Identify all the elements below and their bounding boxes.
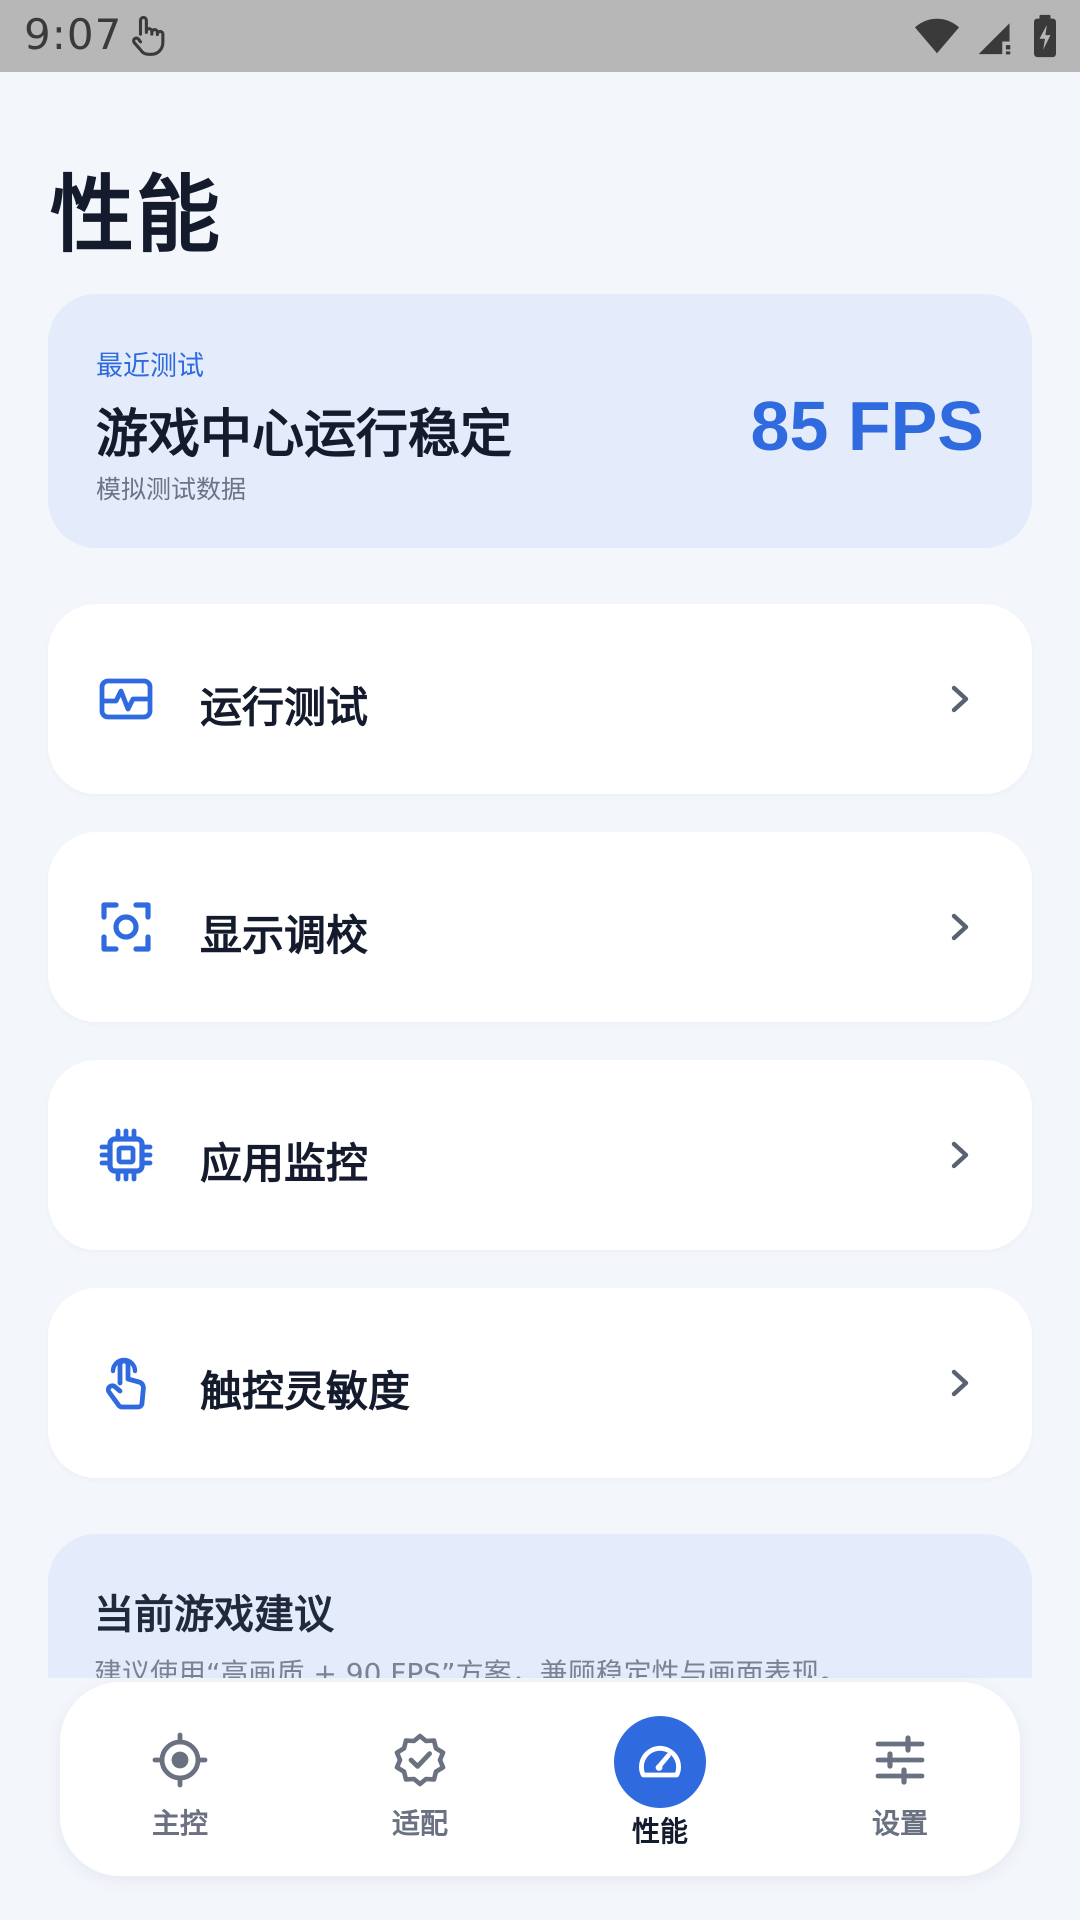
chip-icon [99, 1128, 153, 1182]
status-bar: 9:07 [0, 0, 1080, 72]
nav-tab-settings[interactable]: 设置 [780, 1682, 1020, 1876]
menu-item-label: 显示调校 [200, 911, 369, 960]
pulse-icon [99, 678, 153, 720]
menu-item-label: 运行测试 [200, 683, 369, 732]
sliders-icon [875, 1735, 925, 1785]
display-focus-icon [101, 902, 151, 952]
wifi-icon [914, 18, 960, 54]
chevron-right-icon [951, 685, 969, 713]
speedometer-icon [639, 1746, 681, 1778]
nav-tab-label: 性能 [631, 1815, 688, 1848]
status-time: 9:07 [24, 10, 123, 59]
bottom-navigation: 主控 适配 性能 设置 [60, 1682, 1020, 1876]
status-icons [914, 12, 1060, 60]
page-title: 性能 [50, 166, 223, 264]
nav-tab-label: 主控 [151, 1807, 208, 1840]
recent-test-label: 最近测试 [96, 351, 204, 382]
menu-item-label: 触控灵敏度 [200, 1367, 411, 1416]
nav-tab-label: 适配 [391, 1807, 448, 1840]
recent-test-headline: 游戏中心运行稳定 [96, 405, 513, 465]
menu-item-app-monitor[interactable]: 应用监控 [48, 1060, 1032, 1250]
battery-charging-icon [1034, 14, 1056, 58]
nav-tab-main-control[interactable]: 主控 [60, 1682, 300, 1876]
menu-item-display-calibration[interactable]: 显示调校 [48, 832, 1032, 1022]
recent-test-card: 最近测试 游戏中心运行稳定 模拟测试数据 85 FPS [48, 294, 1032, 548]
nav-tab-label: 设置 [871, 1807, 928, 1840]
menu-item-touch-sensitivity[interactable]: 触控灵敏度 [48, 1288, 1032, 1478]
cell-signal-icon [978, 23, 1011, 55]
crosshair-icon [152, 1732, 208, 1788]
nav-tab-adapt[interactable]: 适配 [300, 1682, 540, 1876]
recent-test-subtitle: 模拟测试数据 [96, 475, 247, 504]
touch-icon [105, 1357, 146, 1410]
nav-tab-performance[interactable]: 性能 [540, 1682, 780, 1876]
chevron-right-icon [951, 913, 969, 941]
active-tab-indicator [614, 1716, 706, 1808]
touch-indicator-icon [132, 15, 165, 56]
advice-title: 当前游戏建议 [94, 1592, 334, 1638]
menu-item-run-test[interactable]: 运行测试 [48, 604, 1032, 794]
chevron-right-icon [951, 1369, 969, 1397]
menu-item-label: 应用监控 [200, 1139, 369, 1188]
chevron-right-icon [951, 1141, 969, 1169]
fps-value: 85 FPS [750, 387, 984, 465]
badge-check-icon [394, 1733, 446, 1787]
